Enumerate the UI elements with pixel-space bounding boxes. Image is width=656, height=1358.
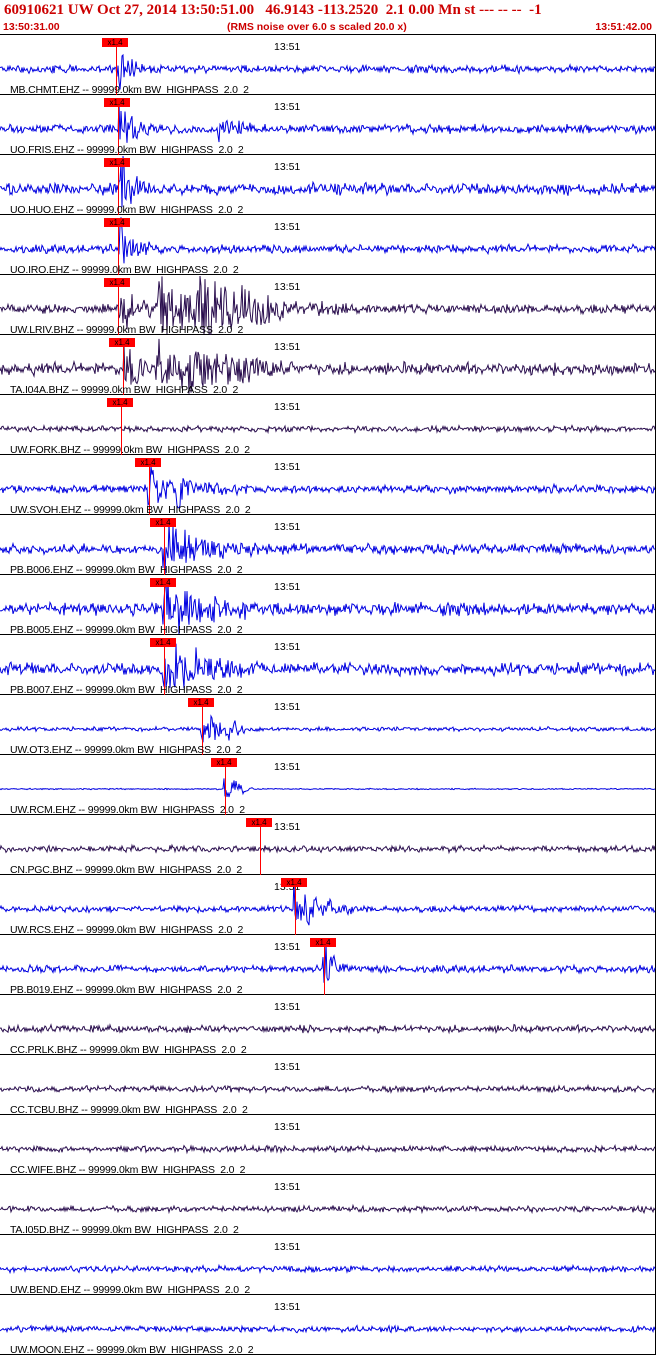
pick-scale-tag: x1.4 — [104, 218, 130, 227]
time-tick-label: 13:51 — [274, 41, 301, 53]
waveform-line — [0, 778, 656, 798]
pick-scale-tag: x1.4 — [104, 158, 130, 167]
trace-row: 13:51 x1.4 PB.B019.EHZ -- 99999.0km BW HIG… — [0, 935, 656, 996]
rms-note: (RMS noise over 6.0 s scaled 20.0 x) — [227, 21, 407, 33]
time-tick-label: 13:51 — [274, 161, 301, 173]
pick-scale-tag: x1.4 — [310, 938, 336, 947]
trace-row: 13:51 x1.4 TA.I04A.BHZ -- 99999.0km BW HIG… — [0, 335, 656, 396]
time-tick-label: 13:51 — [274, 221, 301, 233]
trace-row: 13:51 x1.4 UW.RCS.EHZ -- 99999.0km BW HIGH… — [0, 875, 656, 936]
time-tick-label: 13:51 — [274, 101, 301, 113]
start-time-label: 13:50:31.00 — [3, 21, 60, 33]
time-tick-label: 13:51 — [274, 761, 301, 773]
time-tick-label: 13:51 — [274, 941, 301, 953]
time-tick-label: 13:51 — [274, 581, 301, 593]
waveform-line — [0, 423, 656, 435]
trace-row: 13:51 CC.PRLK.BHZ -- 99999.0km BW HIGHPAS… — [0, 995, 656, 1056]
pick-scale-tag: x1.4 — [104, 98, 130, 107]
pick-scale-tag: x1.4 — [150, 638, 176, 647]
pick-line — [324, 947, 325, 995]
trace-row: 13:51 x1.4 PB.B006.EHZ -- 99999.0km BW HIG… — [0, 515, 656, 576]
pick-scale-tag: x1.4 — [107, 398, 133, 407]
time-tick-label: 13:51 — [274, 821, 301, 833]
waveform-line — [0, 879, 656, 926]
plot-header: 60910621 UW Oct 27, 2014 13:50:51.00 46.… — [0, 0, 656, 36]
waveform-line — [0, 1083, 656, 1094]
trace-row: 13:51 x1.4 PB.B007.EHZ -- 99999.0km BW HIG… — [0, 635, 656, 696]
waveform-line — [0, 1324, 656, 1334]
trace-row: 13:51 x1.4 UW.LRIV.BHZ -- 99999.0km BW HIG… — [0, 275, 656, 336]
trace-row: 13:51 x1.4 PB.B005.EHZ -- 99999.0km BW HIG… — [0, 575, 656, 636]
pick-line — [295, 887, 296, 935]
time-tick-label: 13:51 — [274, 521, 301, 533]
waveform-line — [0, 714, 656, 743]
pick-scale-tag: x1.4 — [109, 338, 135, 347]
time-tick-label: 13:51 — [274, 341, 301, 353]
waveform-line — [0, 942, 656, 983]
time-tick-label: 13:51 — [274, 461, 301, 473]
waveform-line — [0, 843, 656, 855]
waveform-line — [0, 155, 656, 208]
seismogram-traces: 13:51 x1.4 MB.CHMT.EHZ -- 99999.0km BW HIG… — [0, 35, 656, 1358]
event-title: 60910621 UW Oct 27, 2014 13:50:51.00 46.… — [4, 2, 542, 18]
trace-row: 13:51 CC.TCBU.BHZ -- 99999.0km BW HIGHPAS… — [0, 1055, 656, 1116]
time-tick-label: 13:51 — [274, 281, 301, 293]
trace-row: 13:51 CC.WIFE.BHZ -- 99999.0km BW HIGHPAS… — [0, 1115, 656, 1176]
time-tick-label: 13:51 — [274, 1121, 301, 1133]
pick-scale-tag: x1.4 — [188, 698, 214, 707]
trace-row: 13:51 TA.I05D.BHZ -- 99999.0km BW HIGHPAS… — [0, 1175, 656, 1236]
time-tick-label: 13:51 — [274, 1001, 301, 1013]
waveform-line — [0, 466, 656, 509]
waveform-line — [0, 1263, 656, 1275]
waveform-line — [0, 217, 656, 264]
pick-scale-tag: x1.4 — [246, 818, 272, 827]
waveform-line — [0, 102, 656, 143]
trace-row: 13:51 x1.4 UO.HUO.EHZ -- 99999.0km BW HIGH… — [0, 155, 656, 216]
station-label: UW.MOON.EHZ -- 99999.0km BW HIGHPASS 2.0… — [10, 1344, 254, 1356]
pick-scale-tag: x1.4 — [150, 578, 176, 587]
trace-row: 13:51 x1.4 UW.FORK.BHZ -- 99999.0km BW HIG… — [0, 395, 656, 456]
time-tick-label: 13:51 — [274, 701, 301, 713]
trace-row: 13:51 x1.4 UW.RCM.EHZ -- 99999.0km BW HIGH… — [0, 755, 656, 816]
pick-scale-tag: x1.4 — [211, 758, 237, 767]
trace-row: 13:51 x1.4 CN.PGC.BHZ -- 99999.0km BW HIGH… — [0, 815, 656, 876]
waveform-line — [0, 643, 656, 689]
time-tick-label: 13:51 — [274, 1061, 301, 1073]
waveform-line — [0, 1023, 656, 1035]
time-tick-label: 13:51 — [274, 401, 301, 413]
pick-scale-tag: x1.4 — [281, 878, 307, 887]
pick-scale-tag: x1.4 — [150, 518, 176, 527]
waveform-line — [0, 1203, 656, 1215]
time-tick-label: 13:51 — [274, 1301, 301, 1313]
time-tick-label: 13:51 — [274, 641, 301, 653]
pick-scale-tag: x1.4 — [135, 458, 161, 467]
time-tick-label: 13:51 — [274, 1241, 301, 1253]
trace-row: 13:51 x1.4 MB.CHMT.EHZ -- 99999.0km BW HIG… — [0, 35, 656, 96]
waveform-line — [0, 1143, 656, 1155]
trace-row: 13:51 x1.4 UO.IRO.EHZ -- 99999.0km BW HIGH… — [0, 215, 656, 276]
trace-row: 13:51 UW.BEND.EHZ -- 99999.0km BW HIGHPAS… — [0, 1235, 656, 1296]
end-time-label: 13:51:42.00 — [595, 21, 652, 33]
trace-row: 13:51 UW.MOON.EHZ -- 99999.0km BW HIGHPAS… — [0, 1295, 656, 1356]
trace-row: 13:51 x1.4 UW.SVOH.EHZ -- 99999.0km BW HIG… — [0, 455, 656, 516]
pick-line — [260, 827, 261, 875]
trace-row: 13:51 x1.4 UO.FRIS.EHZ -- 99999.0km BW HIG… — [0, 95, 656, 156]
time-tick-label: 13:51 — [274, 1181, 301, 1193]
pick-scale-tag: x1.4 — [104, 278, 130, 287]
pick-scale-tag: x1.4 — [102, 38, 128, 47]
trace-row: 13:51 x1.4 UW.OT3.EHZ -- 99999.0km BW HIGH… — [0, 695, 656, 756]
